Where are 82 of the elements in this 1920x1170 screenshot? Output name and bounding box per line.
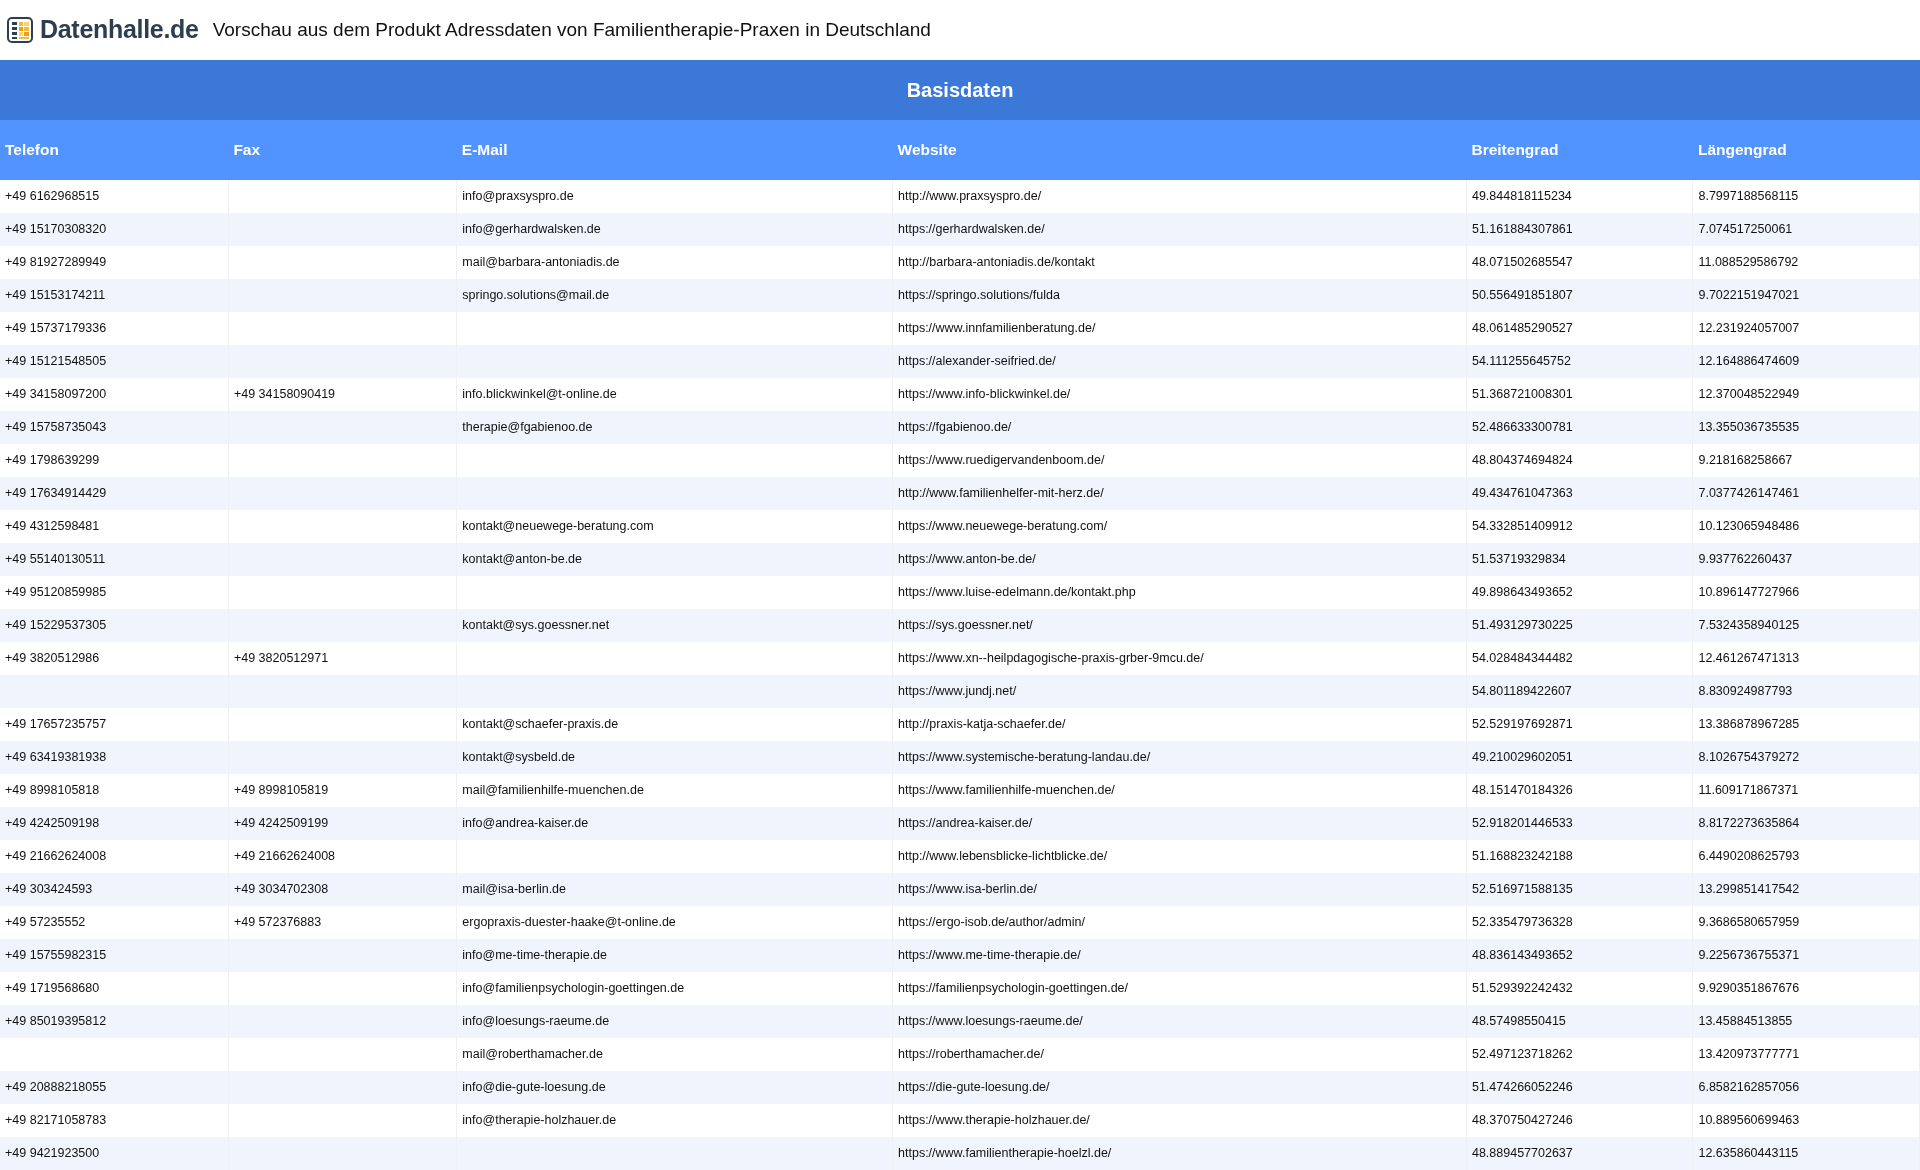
table-cell: info@me-time-therapie.de [456, 939, 893, 972]
table-cell: +49 17634914429 [0, 477, 229, 510]
table-cell: 13.299851417542 [1692, 873, 1920, 906]
table-cell: info@gerhardwalsken.de [456, 213, 893, 246]
table-cell: +49 9421923500 [0, 1137, 229, 1170]
table-cell: 13.45884513855 [1692, 1005, 1920, 1038]
table-cell: +49 15121548505 [0, 345, 229, 378]
table-cell: https://www.anton-be.de/ [892, 543, 1467, 576]
table-cell: mail@isa-berlin.de [456, 873, 893, 906]
table-cell: 51.53719329834 [1466, 543, 1693, 576]
table-cell: 8.8172273635864 [1692, 807, 1920, 840]
table-cell: +49 4242509198 [0, 807, 229, 840]
table-cell: +49 20888218055 [0, 1071, 229, 1104]
table-cell: info@andrea-kaiser.de [456, 807, 893, 840]
table-cell: 7.0377426147461 [1692, 477, 1920, 510]
table-cell: +49 15229537305 [0, 609, 229, 642]
table-cell: 50.556491851807 [1466, 279, 1693, 312]
table-cell: https://sys.goessner.net/ [892, 609, 1467, 642]
table-cell: 51.493129730225 [1466, 609, 1693, 642]
logo-text: Datenhalle.de [40, 14, 199, 46]
page-title: Vorschau aus dem Produkt Adressdaten von Familientherapie-Praxen in Deutschland [212, 17, 931, 42]
column-header: Längengrad [1692, 120, 1920, 180]
table-cell: 49.210029602051 [1466, 741, 1693, 774]
table-cell: 48.836143493652 [1466, 939, 1693, 972]
table-cell: 51.161884307861 [1466, 213, 1693, 246]
table-cell: +49 4242509199 [228, 807, 457, 840]
table-cell: +49 85019395812 [0, 1005, 229, 1038]
table-cell: 48.889457702637 [1466, 1137, 1693, 1170]
table-cell: +49 63419381938 [0, 741, 229, 774]
logo-icon [6, 15, 36, 45]
table-cell: 7.074517250061 [1692, 213, 1920, 246]
table-cell: 54.111255645752 [1466, 345, 1693, 378]
column-header: Fax [228, 120, 457, 180]
table-cell: 7.5324358940125 [1692, 609, 1920, 642]
table-cell: https://www.systemische-beratung-landau.de/ [892, 741, 1467, 774]
table-cell: https://www.jundj.net/ [892, 675, 1467, 708]
table-cell: springo.solutions@mail.de [456, 279, 893, 312]
table-cell: 8.830924987793 [1692, 675, 1920, 708]
table-cell: +49 15758735043 [0, 411, 229, 444]
table-cell: +49 55140130511 [0, 543, 229, 576]
table-cell: https://alexander-seifried.de/ [892, 345, 1467, 378]
table-cell: info@loesungs-raeume.de [456, 1005, 893, 1038]
column-header: E-Mail [456, 120, 893, 180]
table-cell: 12.164886474609 [1692, 345, 1920, 378]
table-cell: +49 3034702308 [228, 873, 457, 906]
column-header: Website [892, 120, 1467, 180]
table-cell: 48.57498550415 [1466, 1005, 1693, 1038]
table-cell: https://andrea-kaiser.de/ [892, 807, 1467, 840]
table-cell: https://www.isa-berlin.de/ [892, 873, 1467, 906]
table-cell: kontakt@anton-be.de [456, 543, 893, 576]
table-cell: kontakt@sysbeld.de [456, 741, 893, 774]
table-cell: https://www.familientherapie-hoelzl.de/ [892, 1137, 1467, 1170]
table-cell: 9.937762260437 [1692, 543, 1920, 576]
table-cell: 9.7022151947021 [1692, 279, 1920, 312]
table-cell: +49 15755982315 [0, 939, 229, 972]
table-cell: 49.434761047363 [1466, 477, 1693, 510]
table-cell: http://www.familienhelfer-mit-herz.de/ [892, 477, 1467, 510]
table-cell: 9.2256736755371 [1692, 939, 1920, 972]
table-cell: https://die-gute-loesung.de/ [892, 1071, 1467, 1104]
table-cell: 52.516971588135 [1466, 873, 1693, 906]
table-cell: +49 15153174211 [0, 279, 229, 312]
table-cell: 52.486633300781 [1466, 411, 1693, 444]
table-cell: 52.918201446533 [1466, 807, 1693, 840]
table-cell: +49 15170308320 [0, 213, 229, 246]
table-cell: https://gerhardwalsken.de/ [892, 213, 1467, 246]
table-cell: therapie@fgabienoo.de [456, 411, 893, 444]
column-header: Telefon [0, 120, 229, 180]
table-cell: https://www.loesungs-raeume.de/ [892, 1005, 1467, 1038]
column-header: Breitengrad [1466, 120, 1693, 180]
table-cell: info@die-gute-loesung.de [456, 1071, 893, 1104]
table-cell: +49 303424593 [0, 873, 229, 906]
table-cell: kontakt@sys.goessner.net [456, 609, 893, 642]
table-cell: 13.355036735535 [1692, 411, 1920, 444]
table-cell: https://www.me-time-therapie.de/ [892, 939, 1467, 972]
section-heading: Basisdaten [0, 60, 1920, 120]
table-cell: https://springo.solutions/fulda [892, 279, 1467, 312]
table-cell: 54.801189422607 [1466, 675, 1693, 708]
table-cell: https://fgabienoo.de/ [892, 411, 1467, 444]
table-cell: 8.1026754379272 [1692, 741, 1920, 774]
table-cell: 51.474266052246 [1466, 1071, 1693, 1104]
table-cell: 6.8582162857056 [1692, 1071, 1920, 1104]
table-cell: 12.635860443115 [1692, 1137, 1920, 1170]
